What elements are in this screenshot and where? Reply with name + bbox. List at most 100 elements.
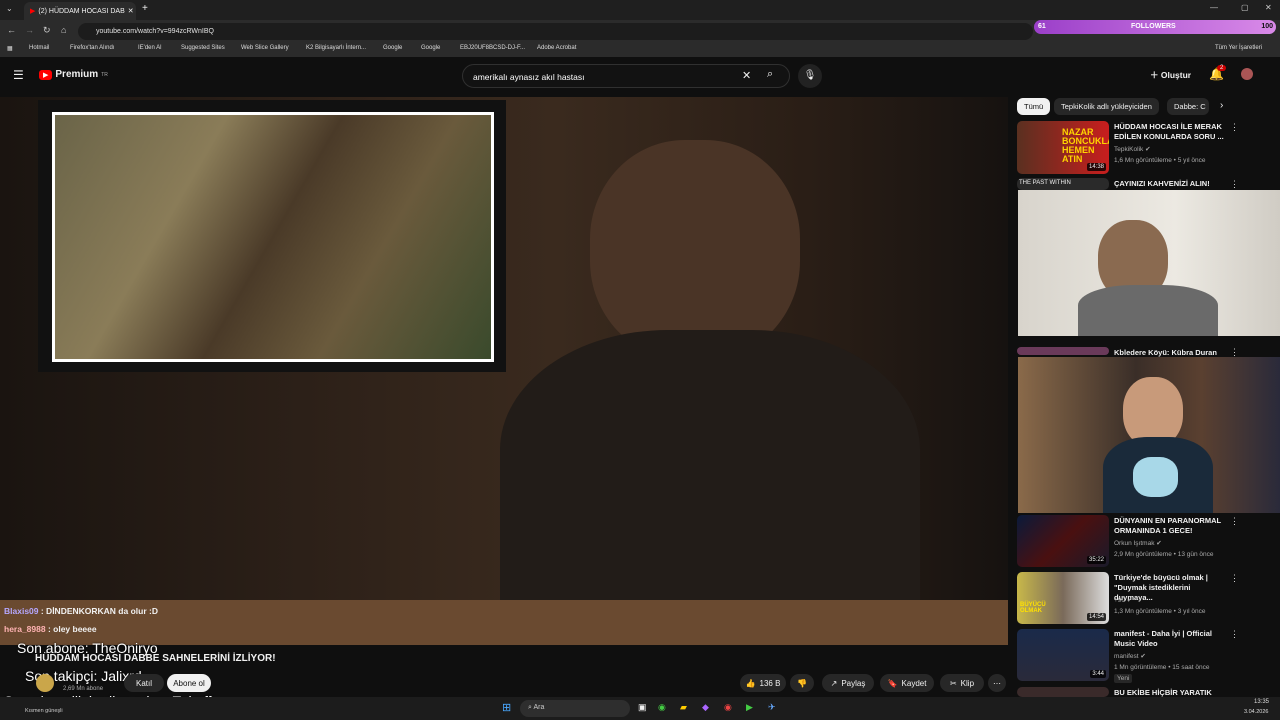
search-input[interactable]: amerikalı aynasız akıl hastası (462, 64, 790, 88)
like-button[interactable]: 👍 136 B (740, 674, 786, 692)
video-channel[interactable]: TepkiKolik ✔ (1114, 145, 1151, 154)
video-meta: 1 Mn görüntüleme • 15 saat önce (1114, 664, 1210, 671)
microphone-icon (1133, 457, 1178, 497)
channel-avatar[interactable] (36, 674, 54, 692)
video-title-link[interactable]: manifest - Daha İyi | Official Music Vid… (1114, 629, 1224, 649)
chrome-icon[interactable]: ◉ (658, 702, 666, 713)
folder-icon[interactable]: ▰ (680, 702, 687, 713)
bookmark-item[interactable]: EBJ20UF8BCSD-DJ-F... (460, 45, 525, 51)
bookmark-item[interactable]: IE'den Al (138, 45, 162, 51)
tab-list-icon[interactable]: ⌄ (6, 4, 13, 13)
weather-text: Kısmen güneşli (25, 708, 63, 714)
bookmark-item[interactable]: K2 Bilgisayarlı İntern... (306, 45, 366, 51)
more-actions-button[interactable]: ⋯ (988, 674, 1006, 692)
maximize-icon[interactable]: ▢ (1241, 3, 1249, 12)
clear-search-icon[interactable]: ✕ (742, 69, 751, 82)
taskbar-search[interactable]: ⌕ Ara (520, 700, 630, 717)
video-thumbnail[interactable] (1017, 347, 1109, 355)
url-field[interactable]: youtube.com/watch?v=994zcRWnIBQ (78, 23, 1033, 40)
followers-current: 61 (1038, 23, 1046, 30)
video-channel[interactable]: manifest ✔ (1114, 652, 1146, 661)
subscribe-button[interactable]: Abone ol (167, 674, 211, 692)
chat-line: Blaxis09 : DİNDENKORKAN da olur :D (4, 606, 158, 616)
more-vert-icon[interactable]: ⋮ (1230, 179, 1239, 190)
windows-taskbar: Kısmen güneşli ⊞ ⌕ Ara ▣ ◉ ▰ ◆ ◉ ▶ ✈ 13:… (0, 697, 1280, 720)
followers-target: 100 (1261, 23, 1273, 30)
bookmark-item[interactable]: Google (421, 45, 440, 51)
steam-icon[interactable]: ✈ (768, 702, 776, 713)
chevron-right-icon[interactable]: › (1220, 100, 1223, 111)
youtube-play-icon: ▶ (39, 69, 53, 80)
dislike-button[interactable]: 👎 (790, 674, 814, 692)
video-channel[interactable]: Orkun Işıtmak ✔ (1114, 539, 1162, 548)
chip-uploader[interactable]: TepkiKolik adlı yükleyiciden (1054, 98, 1159, 115)
video-meta: 1,3 Mn görüntüleme • 3 yıl önce (1114, 608, 1206, 615)
search-icon: ⌕ (528, 704, 532, 711)
video-thumbnail[interactable]: BÜYÜCÜ OLMAK 14:54 (1017, 572, 1109, 624)
video-channel[interactable]: +90 ✔ (1114, 596, 1132, 605)
chat-line: hera_8988 : oley beeee (4, 624, 97, 634)
video-meta: 2,9 Mn görüntüleme • 13 gün önce (1114, 551, 1214, 558)
like-icon: 👍 (745, 678, 756, 688)
channel-subscribers: 2,69 Mn abone (63, 686, 104, 692)
bookmark-item[interactable]: Web Slice Gallery (241, 45, 289, 51)
bookmark-item[interactable]: Hotmail (29, 45, 49, 51)
clock-date[interactable]: 3.04.2026 (1244, 709, 1268, 715)
app-icon[interactable]: ◉ (724, 702, 732, 713)
avatar[interactable] (1241, 68, 1253, 80)
video-title-link[interactable]: DÜNYANIN EN PARANORMAL ORMANINDA 1 GECE! (1114, 516, 1224, 536)
bookmark-item[interactable]: Google (383, 45, 402, 51)
video-thumbnail[interactable]: THE PAST WITHIN (1017, 178, 1109, 190)
video-thumbnail[interactable]: 3:44 (1017, 629, 1109, 681)
clip-button[interactable]: ✂ Klip (940, 674, 984, 692)
create-button[interactable]: ＋ Oluştur (1150, 69, 1191, 81)
more-vert-icon[interactable]: ⋮ (1230, 122, 1239, 133)
more-vert-icon[interactable]: ⋮ (1230, 516, 1239, 527)
all-bookmarks[interactable]: Tüm Yer İşaretleri (1215, 45, 1262, 51)
video-thumbnail[interactable]: 35:22 (1017, 515, 1109, 567)
save-button[interactable]: 🔖 Kaydet (880, 674, 934, 692)
chip-dabbe[interactable]: Dabbe: C (1167, 98, 1209, 115)
browser-tab[interactable]: ▶ (2) HÜDDAM HOCASI DAB ✕ (24, 2, 136, 20)
video-thumbnail[interactable] (1017, 687, 1109, 697)
streamer-body (1078, 285, 1218, 336)
task-view-icon[interactable]: ▣ (638, 702, 647, 713)
close-tab-icon[interactable]: ✕ (128, 7, 136, 15)
search-icon[interactable]: ⌕ (767, 68, 773, 81)
play-app-icon[interactable]: ▶ (746, 702, 753, 713)
bookmark-item[interactable]: Suggested Sites (181, 45, 225, 51)
mic-icon[interactable]: 🎙 (798, 64, 822, 88)
menu-icon[interactable]: ☰ (13, 68, 24, 82)
video-thumbnail[interactable]: NAZAR BONCUKLARI HEMEN ATIN 14:38 (1017, 121, 1109, 174)
dislike-icon: 👎 (797, 678, 807, 688)
forward-icon[interactable]: → (25, 25, 34, 35)
minimize-icon[interactable]: — (1210, 3, 1218, 12)
home-icon[interactable]: ⌂ (61, 25, 66, 35)
thumbnail-text: NAZAR BONCUKLARI HEMEN ATIN (1062, 127, 1109, 164)
new-tab-icon[interactable]: + (142, 3, 148, 14)
guest-webcam (1018, 357, 1280, 513)
apps-icon[interactable]: ▦ (7, 45, 13, 52)
youtube-logo[interactable]: ▶ Premium TR (39, 69, 108, 80)
close-window-icon[interactable]: ✕ (1265, 3, 1272, 12)
back-icon[interactable]: ← (7, 25, 16, 35)
clock-time[interactable]: 13:35 (1254, 699, 1269, 705)
reload-icon[interactable]: ↻ (43, 25, 51, 36)
inset-image (55, 115, 491, 359)
share-button[interactable]: ↗ Paylaş (822, 674, 874, 692)
notification-badge: 2 (1217, 65, 1227, 71)
start-icon[interactable]: ⊞ (502, 701, 511, 714)
video-title-link[interactable]: HÜDDAM HOCASI İLE MERAK EDİLEN KONULARDA… (1114, 122, 1224, 142)
bookmark-item[interactable]: Firefox'tan Alındı (70, 45, 115, 51)
bookmark-item[interactable]: Adobe Acrobat (537, 45, 576, 51)
join-button[interactable]: Katıl (124, 674, 164, 692)
more-vert-icon[interactable]: ⋮ (1230, 629, 1239, 640)
verified-icon: ✔ (1145, 146, 1151, 153)
verified-icon: ✔ (1156, 540, 1162, 547)
app-icon[interactable]: ◆ (702, 702, 709, 713)
chip-all[interactable]: Tümü (1017, 98, 1051, 115)
more-vert-icon[interactable]: ⋮ (1230, 573, 1239, 584)
bookmarks-bar: ▦ Hotmail Firefox'tan Alındı IE'den Al S… (0, 42, 1280, 57)
video-title-link[interactable]: ÇAYINIZI KAHVENİZİ ALIN! (1114, 179, 1210, 189)
share-icon: ↗ (830, 678, 838, 688)
